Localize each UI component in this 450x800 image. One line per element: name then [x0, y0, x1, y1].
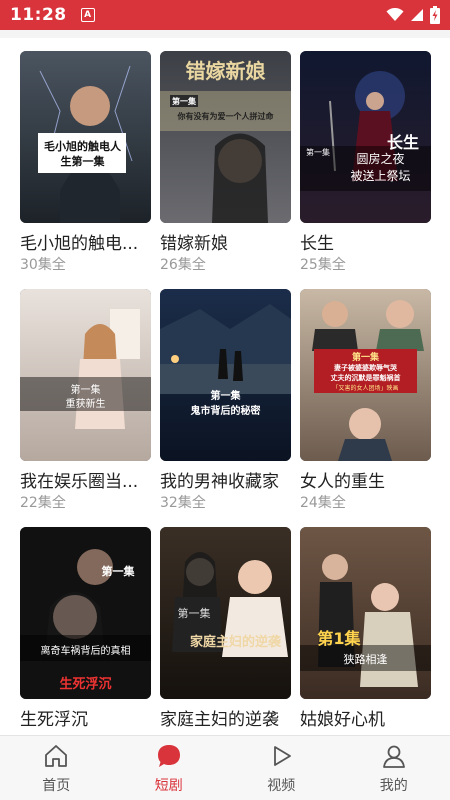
episode-count: 25集全: [300, 257, 346, 273]
home-icon: [45, 745, 68, 767]
cover-episode-tag: 第一集: [70, 385, 101, 396]
cover-episode-tag: 第一集: [172, 97, 196, 106]
nav-short-drama[interactable]: 短剧: [113, 736, 226, 800]
cover-subtitle: 狭路相逢: [343, 653, 388, 666]
nav-short-drama-label: 短剧: [154, 778, 183, 794]
drama-card[interactable]: 第一集 妻子被婆婆欺辱气哭 丈夫的沉默是罪魁祸首 「又害的女人团场」映画 女人的…: [300, 289, 431, 512]
scroll-edge: [0, 30, 450, 38]
bottom-nav: 首页 短剧 视频 我的: [0, 735, 450, 800]
drama-cover[interactable]: 毛小旭的触电人 生第一集: [20, 51, 151, 223]
drama-cover[interactable]: 错嫁新娘 第一集 你有没有为爱一个人拼过命: [160, 51, 291, 223]
drama-title[interactable]: 错嫁新娘: [160, 233, 291, 255]
drama-card[interactable]: 毛小旭的触电人 生第一集 毛小旭的触电... 30集全: [20, 51, 151, 274]
status-icons: [386, 6, 440, 24]
drama-card[interactable]: 第一集 离奇车祸背后的真相 生死浮沉 生死浮沉: [20, 527, 151, 732]
drama-title[interactable]: 我在娱乐圈当...: [20, 471, 151, 493]
drama-cover[interactable]: 第一集 重获新生: [20, 289, 151, 461]
cover-subtitle: 你有没有为爱一个人拼过命: [177, 112, 274, 121]
drama-cover[interactable]: 第1集 狭路相逢: [300, 527, 431, 699]
cover-heading: 家庭主妇的逆袭: [190, 635, 282, 650]
drama-title[interactable]: 生死浮沉: [20, 709, 151, 731]
drama-title[interactable]: 长生: [300, 233, 431, 255]
drama-title[interactable]: 我的男神收藏家: [160, 471, 291, 493]
drama-card[interactable]: 错嫁新娘 第一集 你有没有为爱一个人拼过命 错嫁新娘 26集全: [160, 51, 291, 274]
episode-count: 26集全: [160, 257, 206, 273]
nav-home[interactable]: 首页: [0, 736, 113, 800]
cover-subtitle: 重获新生: [65, 399, 106, 410]
cover-subtitle: 离奇车祸背后的真相: [40, 646, 131, 657]
drama-cover[interactable]: 长生 第一集 圆房之夜 被送上祭坛: [300, 51, 431, 223]
drama-card[interactable]: 第1集 狭路相逢 姑娘好心机: [300, 527, 431, 732]
drama-grid: 毛小旭的触电人 生第一集 毛小旭的触电... 30集全 错嫁新娘 第一集 你有没…: [0, 30, 450, 735]
drama-title[interactable]: 姑娘好心机: [300, 709, 431, 731]
nav-home-label: 首页: [42, 778, 71, 794]
signal-icon: [411, 9, 423, 21]
drama-title[interactable]: 毛小旭的触电...: [20, 233, 151, 255]
episode-count: 24集全: [300, 495, 346, 511]
cover-episode-tag: 第一集: [351, 353, 379, 363]
drama-cover[interactable]: 第一集 妻子被婆婆欺辱气哭 丈夫的沉默是罪魁祸首 「又害的女人团场」映画: [300, 289, 431, 461]
drama-cover[interactable]: 第一集 离奇车祸背后的真相 生死浮沉: [20, 527, 151, 699]
drama-card[interactable]: 第一集 重获新生 我在娱乐圈当... 22集全: [20, 289, 151, 512]
cover-heading: 长生: [386, 133, 419, 152]
short-drama-icon: [157, 745, 180, 767]
cover-heading: 生死浮沉: [59, 677, 112, 692]
cover-subtitle-2: 丈夫的沉默是罪魁祸首: [330, 374, 401, 382]
cover-subtitle: 圆房之夜 被送上祭坛: [350, 152, 411, 183]
cover-heading: 错嫁新娘: [185, 59, 266, 83]
nav-profile[interactable]: 我的: [338, 736, 450, 800]
wifi-icon: [386, 8, 404, 21]
status-bar: 11:28 A: [0, 0, 450, 30]
drama-title[interactable]: 女人的重生: [300, 471, 431, 493]
cover-episode-tag: 第一集: [210, 391, 241, 402]
cover-subtitle-3: 「又害的女人团场」映画: [332, 385, 399, 392]
drama-card[interactable]: 长生 第一集 圆房之夜 被送上祭坛 长生 25集全: [300, 51, 431, 274]
nav-profile-label: 我的: [379, 778, 408, 794]
notification-icon: A: [80, 8, 95, 22]
cover-episode-tag: 第一集: [306, 148, 330, 157]
drama-card[interactable]: 第一集 家庭主妇的逆袭 家庭主妇的逆袭: [160, 527, 291, 732]
drama-cover[interactable]: 第一集 鬼市背后的秘密: [160, 289, 291, 461]
cover-caption: 毛小旭的触电人 生第一集: [44, 140, 121, 168]
battery-icon: [430, 6, 440, 24]
cover-episode-tag: 第一集: [101, 565, 135, 578]
drama-cover[interactable]: 第一集 家庭主妇的逆袭: [160, 527, 291, 699]
nav-video-label: 视频: [267, 778, 296, 794]
cover-subtitle: 妻子被婆婆欺辱气哭: [334, 364, 397, 372]
cover-episode-tag: 第1集: [317, 629, 361, 648]
cover-episode-tag: 第一集: [177, 607, 211, 620]
status-time: 11:28: [10, 5, 67, 25]
episode-count: 32集全: [160, 495, 206, 511]
play-icon: [274, 746, 292, 766]
drama-title[interactable]: 家庭主妇的逆袭: [160, 709, 291, 731]
drama-card[interactable]: 第一集 鬼市背后的秘密 我的男神收藏家 32集全: [160, 289, 291, 512]
episode-count: 22集全: [20, 495, 66, 511]
cover-subtitle: 鬼市背后的秘密: [190, 406, 261, 417]
profile-icon: [382, 745, 405, 768]
nav-video[interactable]: 视频: [225, 736, 338, 800]
episode-count: 30集全: [20, 257, 66, 273]
